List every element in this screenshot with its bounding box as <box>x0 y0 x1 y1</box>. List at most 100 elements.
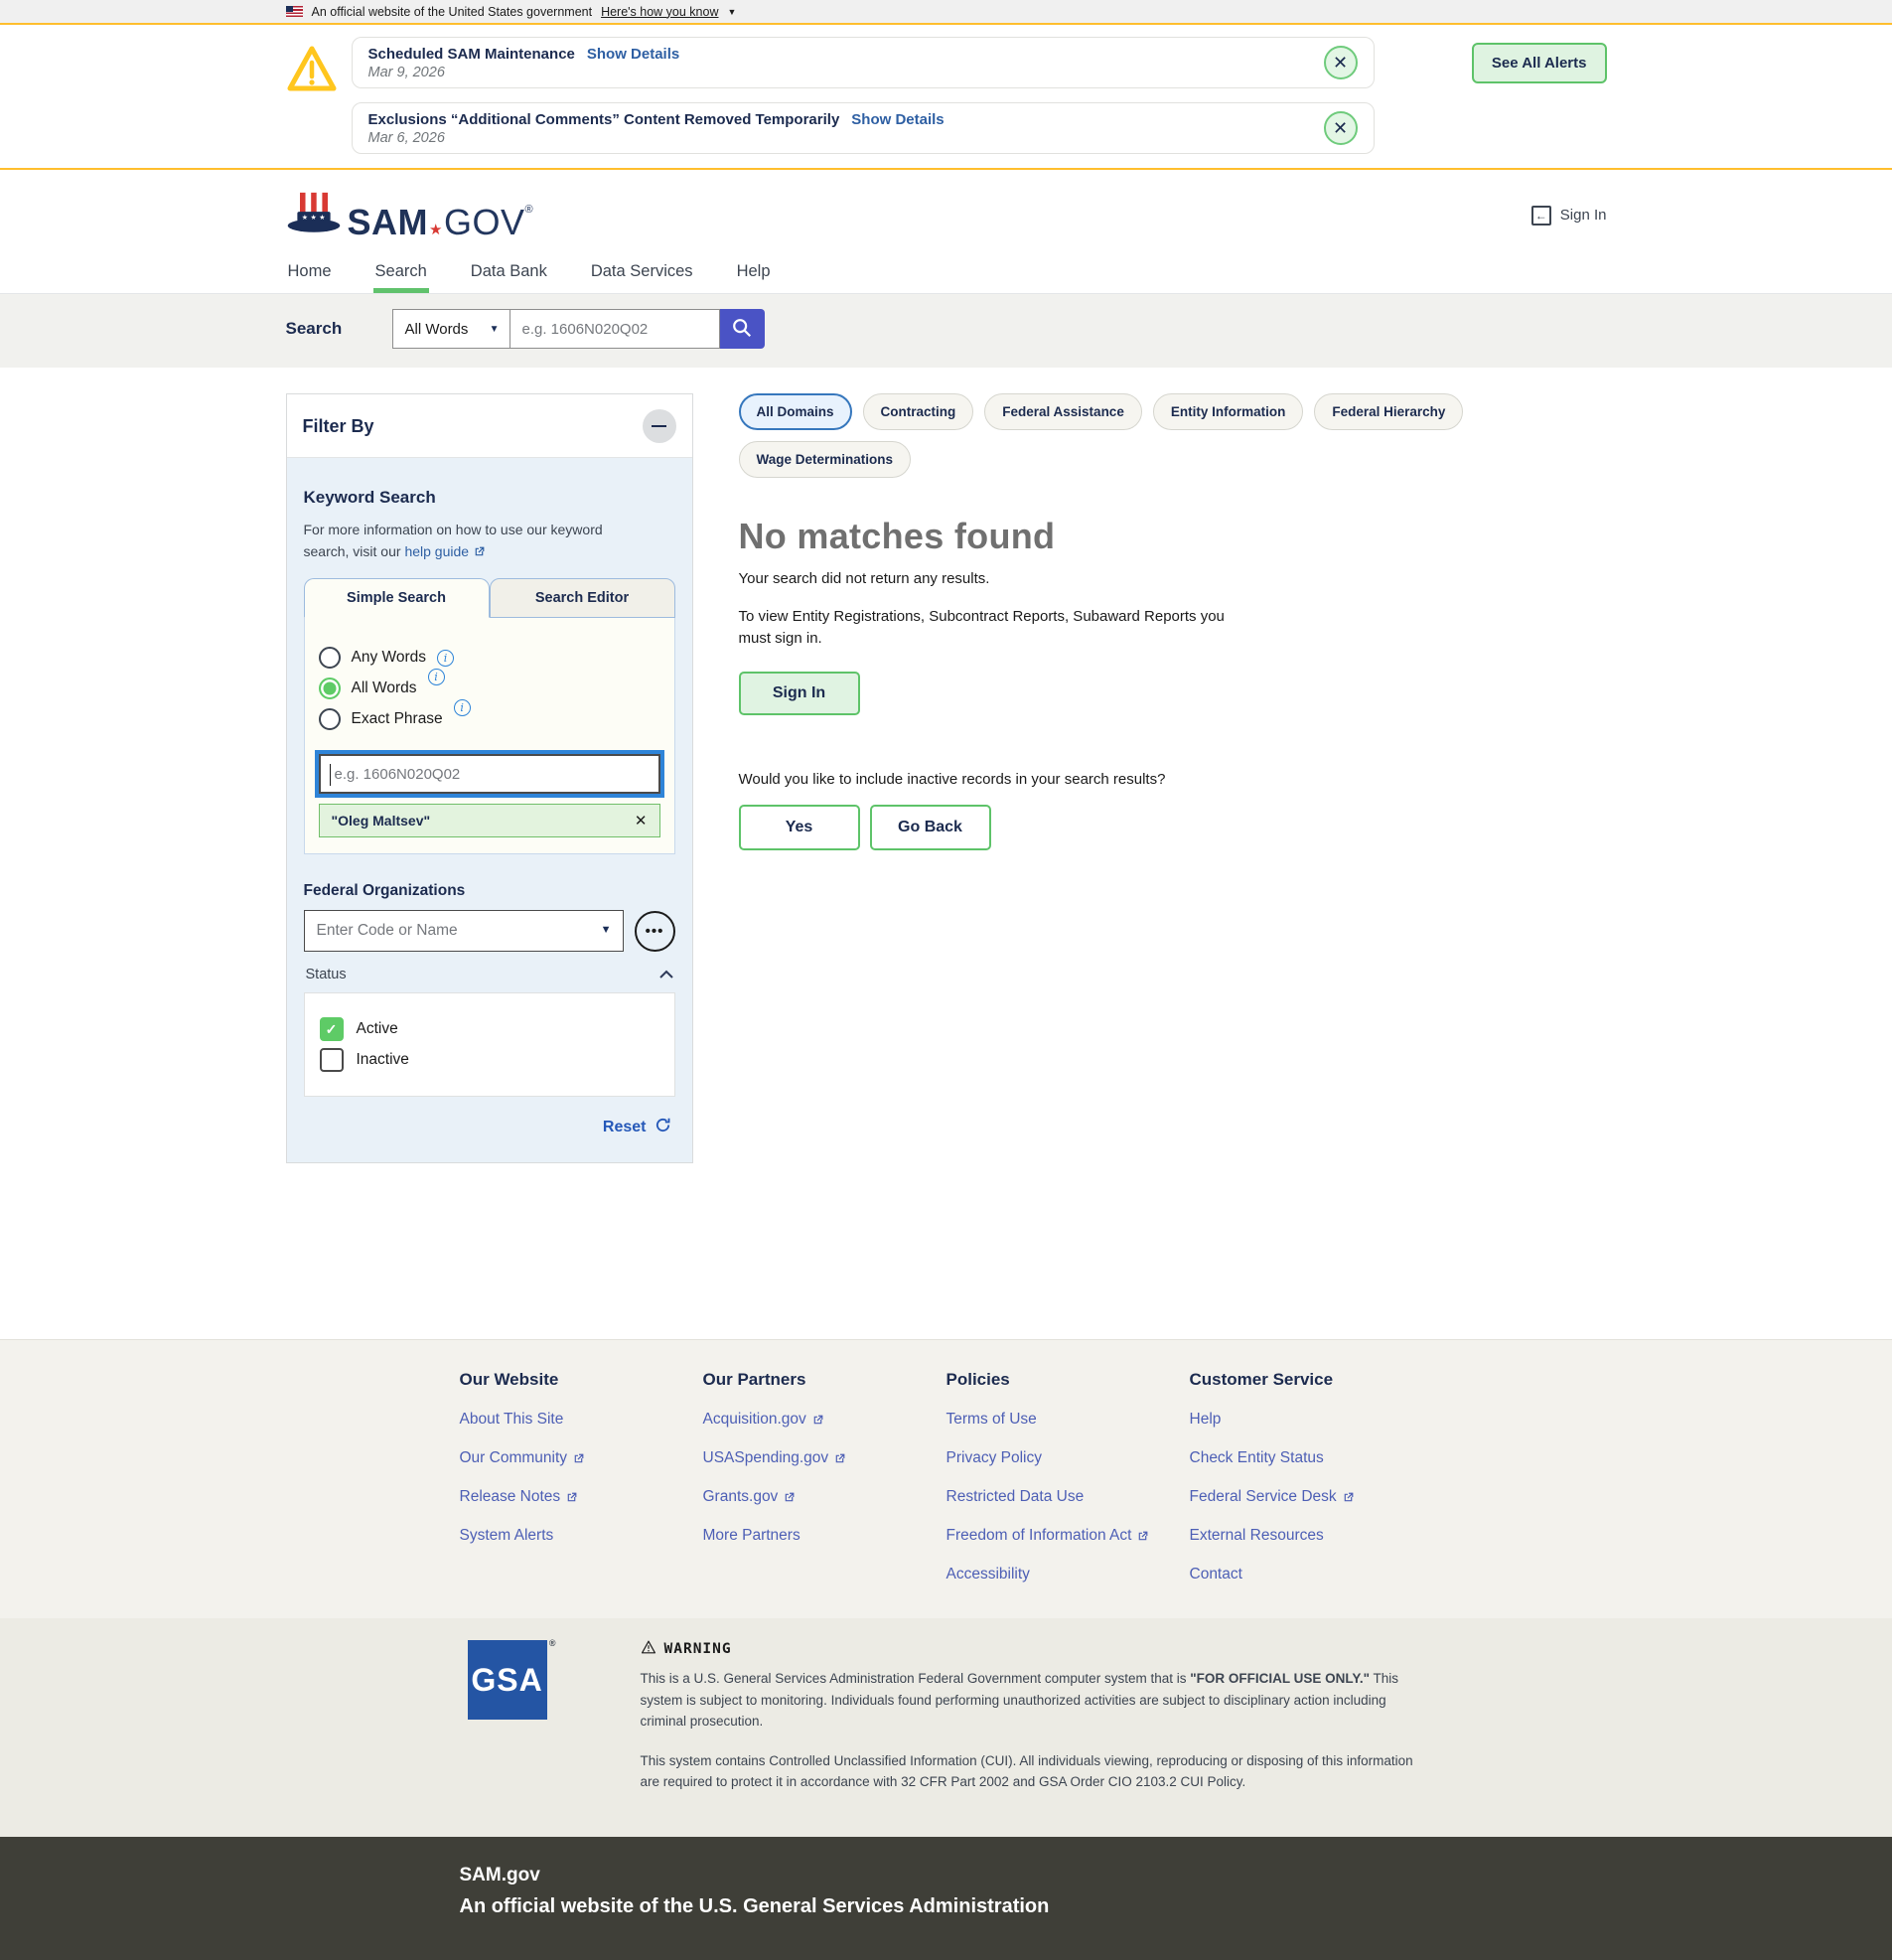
logo-star-icon: ★ <box>428 222 444 238</box>
sam-gov-logo[interactable]: ★ ★ ★ SAM★GOV® <box>286 190 534 240</box>
radio-option-all-words[interactable]: All Wordsi <box>319 678 660 699</box>
radio-label: All Words <box>352 679 417 697</box>
filter-panel: Filter By Keyword Search For more inform… <box>286 393 693 1163</box>
external-link-icon <box>565 1491 578 1504</box>
info-icon[interactable]: i <box>454 699 471 716</box>
info-icon[interactable]: i <box>437 650 454 667</box>
domain-pill-wage-determinations[interactable]: Wage Determinations <box>739 441 912 478</box>
domain-pill-entity-information[interactable]: Entity Information <box>1153 393 1304 430</box>
status-option-active[interactable]: ✓ Active <box>320 1017 659 1041</box>
info-icon[interactable]: i <box>428 669 445 685</box>
chevron-up-icon[interactable] <box>659 966 673 983</box>
checkbox[interactable]: ✓ <box>320 1017 344 1041</box>
radio-button[interactable] <box>319 678 341 699</box>
footer-link-grants-gov[interactable]: Grants.gov <box>703 1488 797 1506</box>
alert-show-details-link[interactable]: Show Details <box>587 46 679 63</box>
heres-how-you-know-link[interactable]: Here's how you know <box>601 5 718 19</box>
domain-pill-contracting[interactable]: Contracting <box>863 393 974 430</box>
tab-simple-search[interactable]: Simple Search <box>304 578 490 618</box>
footer-link-accessibility[interactable]: Accessibility <box>946 1566 1030 1583</box>
federal-org-more-button[interactable]: ••• <box>635 911 675 952</box>
footer-link-our-community[interactable]: Our Community <box>460 1449 586 1467</box>
footer-column-heading: Customer Service <box>1190 1370 1433 1390</box>
footer-link-privacy-policy[interactable]: Privacy Policy <box>946 1449 1042 1467</box>
checkbox-label: Active <box>357 1020 398 1038</box>
footer-link-contact[interactable]: Contact <box>1190 1566 1242 1583</box>
footer-link-usaspending-gov[interactable]: USASpending.gov <box>703 1449 847 1467</box>
external-link-icon <box>811 1414 824 1427</box>
footer-link-restricted-data-use[interactable]: Restricted Data Use <box>946 1488 1085 1506</box>
footer-column: Policies Terms of Use Privacy Policy Restri… <box>946 1370 1190 1604</box>
nav-item-help[interactable]: Help <box>735 254 773 293</box>
collapse-filters-button[interactable] <box>643 409 676 443</box>
remove-keyword-tag-button[interactable]: ✕ <box>635 812 648 829</box>
checkbox[interactable] <box>320 1048 344 1072</box>
alert-close-button[interactable]: ✕ <box>1324 46 1358 79</box>
reset-filters-link[interactable]: Reset <box>603 1119 647 1136</box>
alert-date: Mar 9, 2026 <box>368 65 680 80</box>
footer-link-terms-of-use[interactable]: Terms of Use <box>946 1411 1037 1429</box>
caret-down-icon: ▼ <box>490 324 500 335</box>
radio-option-exact-phrase[interactable]: Exact Phrasei <box>319 708 660 730</box>
main-area: Filter By Keyword Search For more inform… <box>0 368 1892 1339</box>
sign-in-button[interactable]: Sign In <box>739 672 860 715</box>
close-icon: ✕ <box>1333 54 1348 72</box>
footer-link-external-resources[interactable]: External Resources <box>1190 1527 1324 1545</box>
site-header: ★ ★ ★ SAM★GOV® ← Sign In <box>0 170 1892 254</box>
alert-close-button[interactable]: ✕ <box>1324 111 1358 145</box>
external-link-icon <box>572 1452 585 1465</box>
header-sign-in-link[interactable]: ← Sign In <box>1531 206 1607 226</box>
external-link-icon <box>833 1452 846 1465</box>
close-icon: ✕ <box>1333 119 1348 137</box>
footer-link-acquisition-gov[interactable]: Acquisition.gov <box>703 1411 824 1429</box>
gov-banner: An official website of the United States… <box>0 0 1892 25</box>
footer-link-system-alerts[interactable]: System Alerts <box>460 1527 554 1545</box>
federal-org-combobox[interactable] <box>304 910 624 952</box>
footer-site-name: SAM.gov <box>460 1865 1433 1886</box>
keyword-info-text: For more information on how to use our k… <box>304 520 632 562</box>
radio-option-any-words[interactable]: Any Words i <box>319 647 660 669</box>
yes-button[interactable]: Yes <box>739 805 860 850</box>
footer-column-heading: Policies <box>946 1370 1190 1390</box>
refresh-icon <box>655 1117 671 1138</box>
footer-link-check-entity-status[interactable]: Check Entity Status <box>1190 1449 1324 1467</box>
nav-item-search[interactable]: Search <box>373 254 429 293</box>
search-band: Search All Words ▼ <box>0 294 1892 368</box>
footer-column: Our PartnersAcquisition.govUSASpending.g… <box>703 1370 946 1604</box>
federal-organizations-heading: Federal Organizations <box>304 882 675 900</box>
results-area: All Domains Contracting Federal Assistance… <box>739 393 1607 850</box>
keyword-tag-text: "Oleg Maltsev" <box>332 813 431 829</box>
footer-link-release-notes[interactable]: Release Notes <box>460 1488 579 1506</box>
footer-link-more-partners[interactable]: More Partners <box>703 1527 800 1545</box>
see-all-alerts-button[interactable]: See All Alerts <box>1472 43 1607 83</box>
footer-links-section: Our WebsiteAbout This SiteOur CommunityR… <box>0 1339 1892 1618</box>
minus-icon <box>652 425 666 427</box>
search-mode-select[interactable]: All Words ▼ <box>392 309 510 349</box>
warning-icon <box>641 1640 656 1658</box>
footer-link-federal-service-desk[interactable]: Federal Service Desk <box>1190 1488 1355 1506</box>
search-input[interactable] <box>510 309 720 349</box>
help-guide-link[interactable]: help guide <box>404 541 486 563</box>
search-button[interactable] <box>720 309 765 349</box>
domain-pill-federal-hierarchy[interactable]: Federal Hierarchy <box>1314 393 1463 430</box>
tab-search-editor[interactable]: Search Editor <box>490 578 675 618</box>
radio-button[interactable] <box>319 708 341 730</box>
keyword-input[interactable] <box>321 756 658 792</box>
us-flag-icon <box>286 6 303 17</box>
footer-link-about-this-site[interactable]: About This Site <box>460 1411 564 1429</box>
chevron-down-icon: ▼ <box>728 7 737 17</box>
domain-pill-federal-assistance[interactable]: Federal Assistance <box>984 393 1142 430</box>
alerts-section: Scheduled SAM MaintenanceShow DetailsMar… <box>0 25 1892 170</box>
domain-pill-all-domains[interactable]: All Domains <box>739 393 852 430</box>
footer-link-freedom-of-information-act[interactable]: Freedom of Information Act <box>946 1527 1150 1545</box>
nav-item-data-services[interactable]: Data Services <box>589 254 695 293</box>
include-inactive-question: Would you like to include inactive recor… <box>739 771 1607 788</box>
go-back-button[interactable]: Go Back <box>870 805 991 850</box>
nav-item-data-bank[interactable]: Data Bank <box>469 254 549 293</box>
alert-show-details-link[interactable]: Show Details <box>851 111 944 128</box>
status-option-inactive[interactable]: Inactive <box>320 1048 659 1072</box>
nav-item-home[interactable]: Home <box>286 254 334 293</box>
radio-button[interactable] <box>319 647 341 669</box>
radio-label: Any Words <box>352 649 427 667</box>
footer-link-help[interactable]: Help <box>1190 1411 1222 1429</box>
